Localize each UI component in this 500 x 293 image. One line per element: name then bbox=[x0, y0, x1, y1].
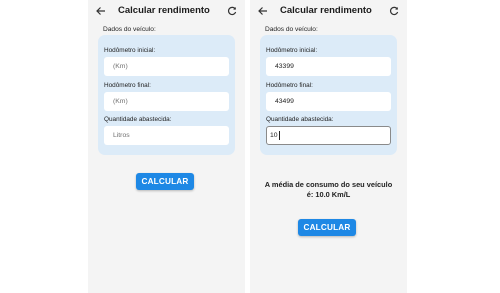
result-text: A média de consumo do seu veículo é: 10.… bbox=[250, 180, 407, 200]
app-bar: Calcular rendimento bbox=[250, 0, 407, 22]
arrow-left-icon[interactable] bbox=[256, 4, 270, 18]
fuel-amount-input[interactable]: 10 bbox=[266, 126, 391, 145]
vehicle-data-card: Hodômetro inicial: 43399 Hodômetro final… bbox=[260, 35, 397, 155]
initial-odometer-input[interactable]: (Km) bbox=[104, 57, 229, 76]
refresh-icon[interactable] bbox=[387, 4, 401, 18]
initial-odometer-input[interactable]: 43399 bbox=[266, 57, 391, 76]
app-bar: Calcular rendimento bbox=[88, 0, 245, 22]
final-odometer-input[interactable]: (Km) bbox=[104, 92, 229, 111]
calculate-button[interactable]: CALCULAR bbox=[136, 173, 194, 190]
page-title: Calcular rendimento bbox=[280, 5, 372, 16]
vehicle-data-card: Hodômetro inicial: (Km) Hodômetro final:… bbox=[98, 35, 235, 155]
final-odometer-label: Hodômetro final: bbox=[104, 82, 151, 89]
fuel-amount-label: Quantidade abastecida: bbox=[104, 116, 172, 123]
final-odometer-value: 43499 bbox=[275, 98, 294, 105]
result-line-2: é: 10.0 Km/L bbox=[306, 190, 351, 199]
screen-filled-form: Calcular rendimento Dados do veículo: Ho… bbox=[250, 0, 407, 293]
initial-odometer-label: Hodômetro inicial: bbox=[104, 47, 156, 54]
screen-empty-form: Calcular rendimento Dados do veículo: Ho… bbox=[88, 0, 245, 293]
final-odometer-input[interactable]: 43499 bbox=[266, 92, 391, 111]
section-label: Dados do veículo: bbox=[265, 26, 318, 33]
result-line-1: A média de consumo do seu veículo bbox=[264, 180, 393, 189]
fuel-amount-label: Quantidade abastecida: bbox=[266, 116, 334, 123]
initial-odometer-placeholder: (Km) bbox=[113, 63, 128, 70]
initial-odometer-value: 43399 bbox=[275, 63, 294, 70]
arrow-left-icon[interactable] bbox=[94, 4, 108, 18]
fuel-amount-value: 10 bbox=[270, 132, 278, 139]
section-label: Dados do veículo: bbox=[103, 26, 156, 33]
initial-odometer-label: Hodômetro inicial: bbox=[266, 47, 318, 54]
text-cursor bbox=[278, 131, 280, 140]
page-title: Calcular rendimento bbox=[118, 5, 210, 16]
fuel-amount-placeholder: Litros bbox=[113, 132, 130, 139]
refresh-icon[interactable] bbox=[225, 4, 239, 18]
final-odometer-placeholder: (Km) bbox=[113, 98, 128, 105]
fuel-amount-input[interactable]: Litros bbox=[104, 126, 229, 145]
calculate-button[interactable]: CALCULAR bbox=[298, 219, 356, 236]
final-odometer-label: Hodômetro final: bbox=[266, 82, 313, 89]
